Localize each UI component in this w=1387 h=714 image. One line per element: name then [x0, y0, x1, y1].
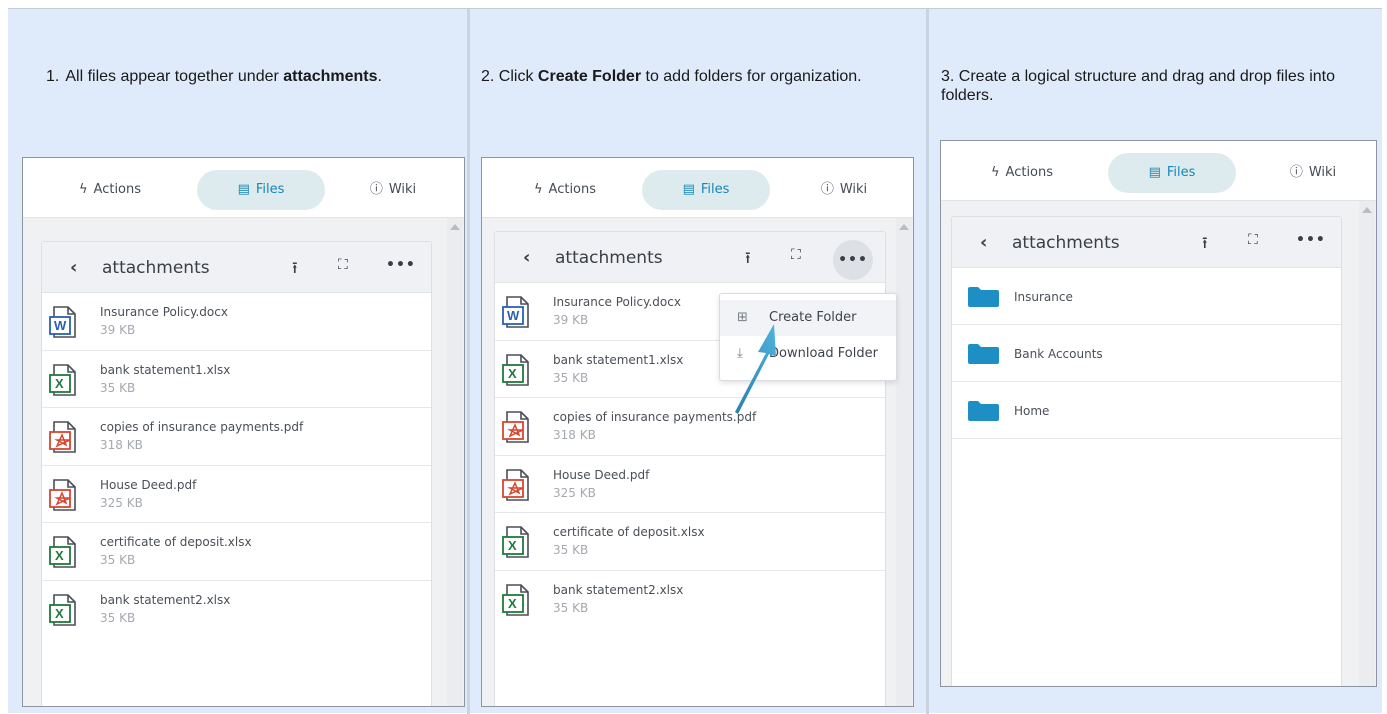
folder-row[interactable]: Insurance [952, 268, 1341, 325]
folder-list: Insurance Bank Accounts Home [952, 268, 1341, 439]
file-name: copies of insurance payments.pdf [100, 420, 304, 434]
file-row[interactable]: Xcertificate of deposit.xlsx 35 KB [42, 523, 431, 581]
folder-row[interactable]: Bank Accounts [952, 325, 1341, 382]
tab-files[interactable]: ▤ Files [197, 170, 325, 210]
file-row[interactable]: Xbank statement2.xlsx 35 KB [42, 581, 431, 639]
column-divider [467, 9, 470, 714]
folder-header: ‹ attachments ⭱ ⛶ ••• [42, 242, 431, 293]
svg-text:W: W [54, 318, 67, 333]
folder-row[interactable]: Home [952, 382, 1341, 439]
upload-icon[interactable]: ⭱ [292, 257, 298, 284]
folder-icon [968, 287, 999, 307]
tab-wiki[interactable]: ⓘ Wiki [353, 170, 433, 210]
file-size: 325 KB [100, 495, 143, 510]
files-panel-step-1: ϟ Actions ▤ Files ⓘ Wiki ‹ attachments ⭱ ⛶ … [22, 157, 465, 707]
tab-bar: ϟ Actions ▤ Files ⓘ Wiki [23, 158, 464, 218]
file-browser-card: ‹ attachments ⭱ ⛶ ••• W Insurance Policy.… [41, 241, 432, 706]
file-name: certificate of deposit.xlsx [100, 535, 252, 549]
folder-name: Insurance [1014, 290, 1073, 304]
tab-wiki[interactable]: ⓘ Wiki [1273, 153, 1353, 193]
tab-actions[interactable]: ϟ Actions [65, 170, 155, 210]
file-row[interactable]: Xbank statement1.xlsx 35 KB [42, 351, 431, 408]
word-file-icon: W [48, 305, 78, 339]
chevron-left-icon[interactable]: ‹ [70, 257, 77, 278]
tab-label: Files [255, 182, 285, 197]
document-icon: ▤ [237, 182, 250, 197]
file-browser-card: ‹ attachments ⭱ ⛶ ••• Insurance Bank Acco… [951, 216, 1342, 686]
svg-text:X: X [55, 376, 64, 391]
folder-name: Home [1014, 404, 1050, 418]
chevron-left-icon[interactable]: ‹ [980, 232, 987, 253]
excel-file-icon: X [48, 593, 78, 627]
expand-icon[interactable]: ⛶ [338, 257, 348, 273]
ellipsis-icon[interactable]: ••• [386, 257, 416, 273]
three-step-guide: 1. All files appear together under attach… [8, 8, 1382, 714]
file-row[interactable]: W Insurance Policy.docx 39 KB [42, 293, 431, 351]
file-row[interactable]: House Deed.pdf 325 KB [42, 466, 431, 523]
tab-label: Files [1166, 165, 1196, 180]
lightning-icon: ϟ [78, 182, 88, 197]
file-row[interactable]: copies of insurance payments.pdf 318 KB [42, 408, 431, 466]
folder-icon [968, 401, 999, 421]
excel-file-icon: X [48, 363, 78, 397]
lightning-icon: ϟ [990, 165, 1000, 180]
file-name: House Deed.pdf [100, 477, 197, 492]
info-circle-icon: ⓘ [369, 182, 383, 197]
svg-text:X: X [55, 606, 64, 621]
pdf-file-icon [48, 420, 78, 454]
scrollbar[interactable] [447, 218, 463, 706]
tab-actions[interactable]: ϟ Actions [977, 153, 1067, 193]
files-panel-step-2: ϟ Actions ▤ Files ⓘ Wiki ‹ attachments ⭱ ⛶ … [481, 157, 914, 707]
file-size: 35 KB [100, 610, 136, 625]
file-name: bank statement1.xlsx [100, 362, 231, 377]
step-3-caption: 3. Create a logical structure and drag a… [941, 68, 1336, 104]
scroll-up-arrow[interactable] [450, 224, 460, 230]
scrollbar[interactable] [1359, 201, 1375, 686]
tab-label: Actions [1005, 165, 1054, 180]
file-size: 35 KB [100, 380, 136, 395]
excel-file-icon: X [48, 535, 78, 569]
upload-icon[interactable]: ⭱ [1202, 232, 1208, 259]
scroll-up-arrow[interactable] [1362, 207, 1372, 213]
info-circle-icon: ⓘ [1289, 165, 1303, 180]
svg-text:X: X [55, 548, 64, 563]
folder-title: attachments [102, 258, 210, 278]
folder-title: attachments [1012, 233, 1120, 253]
file-list: W Insurance Policy.docx 39 KB Xbank stateme… [42, 293, 431, 638]
tab-files[interactable]: ▤ Files [1108, 153, 1236, 193]
ellipsis-icon[interactable]: ••• [1296, 232, 1326, 248]
file-size: 39 KB [100, 323, 136, 337]
tab-bar: ϟ Actions ▤ Files ⓘ Wiki [941, 141, 1376, 201]
folder-name: Bank Accounts [1014, 347, 1103, 361]
pointer-arrow [735, 324, 776, 414]
column-divider [926, 9, 929, 714]
file-name: bank statement2.xlsx [100, 592, 231, 607]
tab-label: Wiki [388, 182, 417, 197]
step-2-caption: 2. Click Create Folder to add folders fo… [481, 68, 862, 85]
step-1-caption: 1. All files appear together under attach… [46, 68, 382, 85]
file-size: 35 KB [100, 553, 136, 567]
file-name: Insurance Policy.docx [100, 305, 228, 319]
tab-label: Actions [93, 182, 142, 197]
pdf-file-icon [48, 478, 78, 512]
tab-label: Wiki [1308, 165, 1337, 180]
files-panel-step-3: ϟ Actions ▤ Files ⓘ Wiki ‹ attachments ⭱ ⛶ … [940, 140, 1377, 687]
file-size: 318 KB [100, 438, 143, 452]
document-icon: ▤ [1148, 165, 1161, 180]
folder-icon [968, 344, 999, 364]
expand-icon[interactable]: ⛶ [1248, 232, 1258, 248]
folder-header: ‹ attachments ⭱ ⛶ ••• [952, 217, 1341, 268]
